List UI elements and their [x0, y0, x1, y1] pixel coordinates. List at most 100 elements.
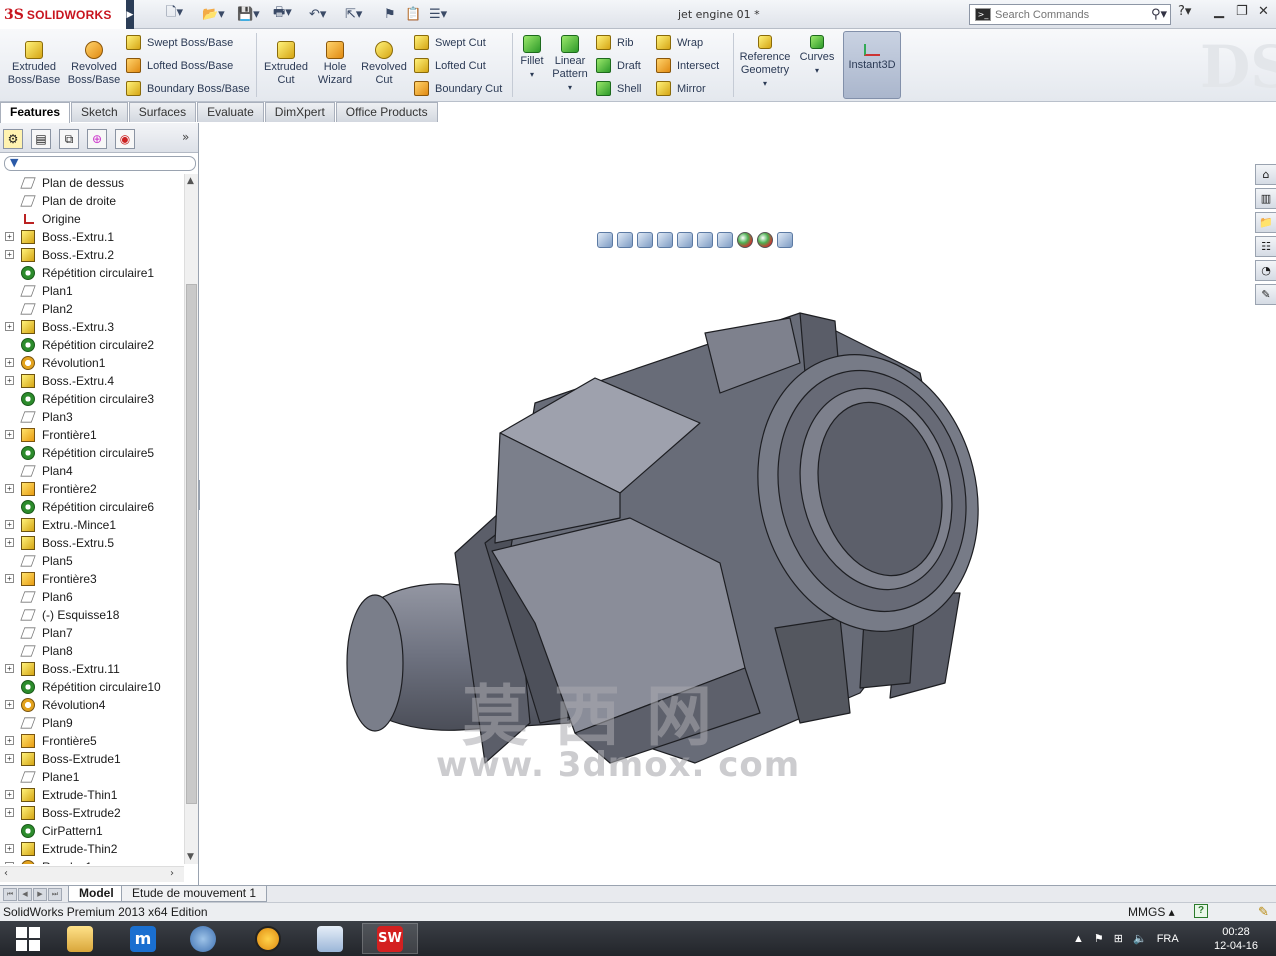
taskbar-clock[interactable]: 00:28 12-04-16 [1214, 925, 1258, 953]
expand-node-icon[interactable]: + [5, 844, 14, 853]
revolved-boss-button[interactable]: Revolved Boss/Base [66, 41, 122, 87]
display-style-icon[interactable] [697, 232, 713, 248]
lofted-cut-button[interactable]: Lofted Cut [414, 58, 486, 73]
feature-tree-item[interactable]: Plan1 [0, 282, 184, 300]
fillet-button[interactable]: Fillet ▾ [516, 35, 548, 81]
feature-tree-item[interactable]: Répétition circulaire2 [0, 336, 184, 354]
language-indicator[interactable]: FRA [1157, 933, 1179, 945]
shell-button[interactable]: Shell [596, 81, 641, 96]
feature-tree-item[interactable]: Plan6 [0, 588, 184, 606]
feature-tree-vertical-scrollbar[interactable]: ▲ ▼ [184, 174, 198, 864]
help-icon[interactable]: ?▾ [1178, 4, 1191, 19]
scroll-right-icon[interactable]: › [170, 868, 174, 879]
feature-tree-item[interactable]: + Boss.-Extru.5 [0, 534, 184, 552]
mirror-button[interactable]: Mirror [656, 81, 706, 96]
expand-node-icon[interactable]: + [5, 322, 14, 331]
expand-node-icon[interactable]: + [5, 574, 14, 583]
tab-surfaces[interactable]: Surfaces [128, 102, 197, 122]
zoom-to-area-icon[interactable] [617, 232, 633, 248]
tab-motion-study[interactable]: Etude de mouvement 1 [121, 886, 268, 902]
expand-node-icon[interactable]: + [5, 520, 14, 529]
volume-icon[interactable]: 🔈 [1133, 932, 1147, 945]
custom-properties-icon[interactable]: ✎ [1255, 284, 1276, 305]
feature-tree-item[interactable]: CirPattern1 [0, 822, 184, 840]
rebuild-status-icon[interactable]: ✎ [1258, 904, 1269, 920]
tray-expand-icon[interactable]: ▲ [1073, 933, 1084, 945]
panel-more-icon[interactable]: » [182, 130, 189, 144]
search-input[interactable] [995, 8, 1135, 21]
feature-tree-horizontal-scrollbar[interactable]: ‹ › [0, 866, 184, 882]
previous-view-icon[interactable] [637, 232, 653, 248]
boundary-boss-button[interactable]: Boundary Boss/Base [126, 81, 250, 96]
boundary-cut-button[interactable]: Boundary Cut [414, 81, 502, 96]
taskbar-solidworks[interactable]: SW [362, 923, 418, 954]
scroll-left-icon[interactable]: ‹ [4, 868, 8, 879]
property-manager-tab-icon[interactable]: ▤ [31, 129, 51, 149]
taskbar-file-explorer[interactable] [52, 923, 108, 954]
tab-office-products[interactable]: Office Products [335, 102, 438, 122]
windows-start-button[interactable] [0, 923, 56, 954]
linear-pattern-dropdown-icon[interactable]: ▾ [550, 81, 590, 94]
options-icon[interactable]: ☰▾ [429, 5, 447, 23]
view-settings-icon[interactable] [777, 232, 793, 248]
linear-pattern-button[interactable]: Linear Pattern ▾ [550, 35, 590, 94]
save-icon[interactable]: 💾▾ [237, 5, 260, 23]
tab-sketch[interactable]: Sketch [71, 102, 128, 122]
feature-tree-item[interactable]: Répétition circulaire6 [0, 498, 184, 516]
network-icon[interactable]: ⊞ [1114, 932, 1123, 945]
first-tab-icon[interactable]: ⏮ [3, 888, 17, 901]
feature-tree-item[interactable]: + Boss-Extrude1 [0, 750, 184, 768]
feature-tree-item[interactable]: + Frontière1 [0, 426, 184, 444]
next-tab-icon[interactable]: ▶ [33, 888, 47, 901]
feature-tree-item[interactable]: + Boss.-Extru.1 [0, 228, 184, 246]
restore-icon[interactable]: ❐ [1236, 4, 1248, 19]
solidworks-resources-icon[interactable]: ⌂ [1255, 164, 1276, 185]
fillet-dropdown-icon[interactable]: ▾ [516, 68, 548, 81]
swept-cut-button[interactable]: Swept Cut [414, 35, 486, 50]
view-orientation-icon[interactable] [677, 232, 693, 248]
taskbar-cad-app[interactable] [302, 923, 358, 954]
tab-evaluate[interactable]: Evaluate [197, 102, 264, 122]
rebuild-traffic-light-icon[interactable]: ⚑ [384, 5, 396, 23]
prev-tab-icon[interactable]: ◀ [18, 888, 32, 901]
expand-node-icon[interactable]: + [5, 700, 14, 709]
feature-tree-item[interactable]: Répétition circulaire3 [0, 390, 184, 408]
taskbar-media-app[interactable] [175, 923, 231, 954]
feature-tree-item[interactable]: + Extrude-Thin2 [0, 840, 184, 858]
feature-tree-item[interactable]: + Boss.-Extru.3 [0, 318, 184, 336]
feature-tree-item[interactable]: + Boss.-Extru.11 [0, 660, 184, 678]
graphics-area[interactable]: ▣ ◫ ▁ ❐ ✕ 莫西网 www. 3dmox. com Y X [200, 123, 1276, 885]
instant3d-button[interactable]: Instant3D [843, 31, 901, 99]
feature-tree-item[interactable]: + Extru.-Mince1 [0, 516, 184, 534]
search-icon[interactable]: ⚲▾ [1151, 7, 1167, 22]
open-folder-icon[interactable]: 📂▾ [202, 5, 225, 23]
configuration-manager-tab-icon[interactable]: ⧉ [59, 129, 79, 149]
feature-tree-item[interactable]: + Boss.-Extru.2 [0, 246, 184, 264]
view-palette-icon[interactable]: ☷ [1255, 236, 1276, 257]
feature-tree-item[interactable]: + Boss.-Extru.4 [0, 372, 184, 390]
feature-tree-item[interactable]: + Frontière3 [0, 570, 184, 588]
taskbar-maxthon[interactable]: m [115, 923, 171, 954]
hide-show-items-icon[interactable] [717, 232, 733, 248]
swept-boss-button[interactable]: Swept Boss/Base [126, 35, 233, 50]
draft-button[interactable]: Draft [596, 58, 641, 73]
file-properties-icon[interactable]: 📋 [405, 5, 421, 23]
expand-node-icon[interactable]: + [5, 754, 14, 763]
undo-icon[interactable]: ↶▾ [309, 5, 326, 23]
feature-tree-item[interactable]: Plan3 [0, 408, 184, 426]
feature-tree-item[interactable]: Origine [0, 210, 184, 228]
scroll-up-icon[interactable]: ▲ [187, 176, 194, 186]
curves-button[interactable]: Curves ▾ [797, 35, 837, 77]
feature-tree-filter[interactable]: ▼ [4, 156, 196, 171]
minimize-icon[interactable]: ▁ [1214, 4, 1224, 19]
expand-node-icon[interactable]: + [5, 484, 14, 493]
feature-tree-item[interactable]: Plan7 [0, 624, 184, 642]
expand-node-icon[interactable]: + [5, 430, 14, 439]
tab-dimxpert[interactable]: DimXpert [264, 102, 335, 122]
feature-tree-item[interactable]: Plan2 [0, 300, 184, 318]
taskbar-autocad[interactable] [240, 923, 296, 954]
tab-features[interactable]: Features [0, 102, 71, 123]
expand-node-icon[interactable]: + [5, 250, 14, 259]
feature-tree-item[interactable]: + Revolve1 [0, 858, 184, 864]
hole-wizard-button[interactable]: Hole Wizard [312, 41, 358, 87]
